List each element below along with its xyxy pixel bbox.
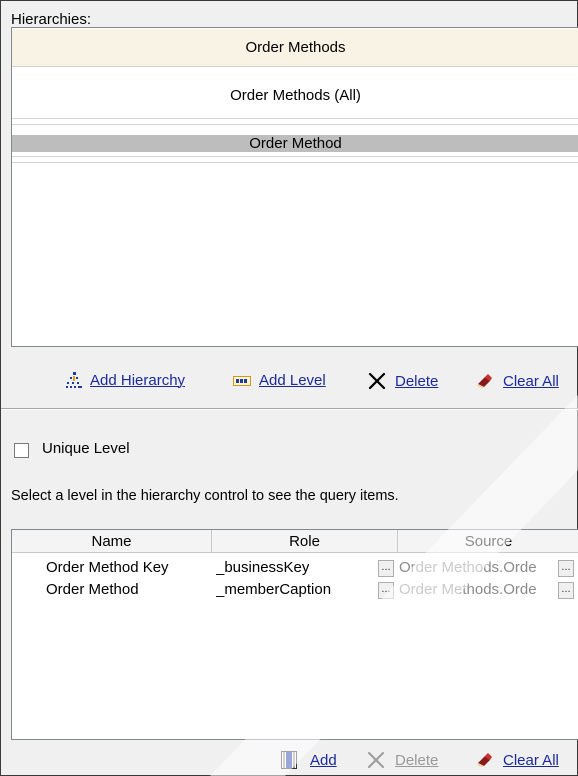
row2-role-cell[interactable]: _memberCaption (216, 580, 331, 600)
column-header-source[interactable]: Source (398, 530, 578, 553)
add-query-item-button[interactable]: Add (281, 751, 337, 769)
row2-source-ellipsis-button[interactable]: ... (558, 582, 574, 599)
clear-all-query-items-button[interactable]: Clear All (475, 751, 559, 769)
section-separator-highlight (1, 409, 578, 410)
divider (12, 66, 578, 67)
delete-query-item-button[interactable]: Delete (367, 751, 438, 769)
query-items-grid[interactable]: Name Role Source Order Method Key _busin… (11, 529, 578, 740)
row1-role-cell[interactable]: _businessKey (216, 558, 309, 578)
delete-label: Delete (395, 751, 439, 769)
delete-icon (367, 751, 385, 769)
column-header-name[interactable]: Name (12, 530, 212, 553)
level-item-all[interactable]: Order Methods (All) (12, 86, 578, 106)
divider (12, 118, 578, 119)
clear-all-button[interactable]: Clear All (475, 372, 559, 390)
add-column-icon (281, 751, 297, 769)
add-level-label: Add Level (259, 372, 326, 389)
hierarchy-list[interactable]: Order Methods Order Methods (All) Order … (11, 27, 578, 347)
column-header-role[interactable]: Role (212, 530, 398, 553)
divider (12, 162, 578, 163)
unique-level-checkbox[interactable] (14, 443, 29, 458)
row1-name-cell[interactable]: Order Method Key (46, 558, 169, 578)
add-hierarchy-icon (65, 371, 83, 389)
hierarchy-editor-panel: Hierarchies: Order Methods Order Methods… (0, 0, 578, 776)
level-item-order-method[interactable]: Order Method (12, 135, 578, 152)
query-items-hint: Select a level in the hierarchy control … (11, 488, 399, 504)
hierarchies-label: Hierarchies: (11, 11, 92, 28)
row2-role-ellipsis-button[interactable]: ... (378, 582, 394, 599)
row1-source-ellipsis-button[interactable]: ... (558, 560, 574, 577)
eraser-icon (475, 751, 493, 769)
row1-role-ellipsis-button[interactable]: ... (378, 560, 394, 577)
add-label: Add (310, 751, 337, 769)
delete-icon (368, 372, 386, 390)
add-level-button[interactable]: Add Level (233, 372, 326, 389)
divider (12, 124, 578, 125)
row2-source-cell[interactable]: Order Methods.Orde (399, 580, 557, 600)
clear-all-label: Clear All (503, 372, 559, 390)
clear-all-label: Clear All (503, 751, 559, 769)
add-level-icon (233, 374, 251, 388)
add-hierarchy-label: Add Hierarchy (90, 371, 186, 389)
unique-level-label: Unique Level (42, 440, 130, 457)
divider (12, 156, 578, 157)
row1-source-cell[interactable]: Order Methods.Orde (399, 558, 557, 578)
row2-name-cell[interactable]: Order Method (46, 580, 139, 600)
add-hierarchy-button[interactable]: Add Hierarchy (65, 371, 185, 389)
eraser-icon (475, 372, 493, 390)
delete-label: Delete (395, 372, 439, 390)
delete-hierarchy-button[interactable]: Delete (368, 372, 438, 390)
hierarchy-root-item[interactable]: Order Methods (12, 29, 578, 66)
